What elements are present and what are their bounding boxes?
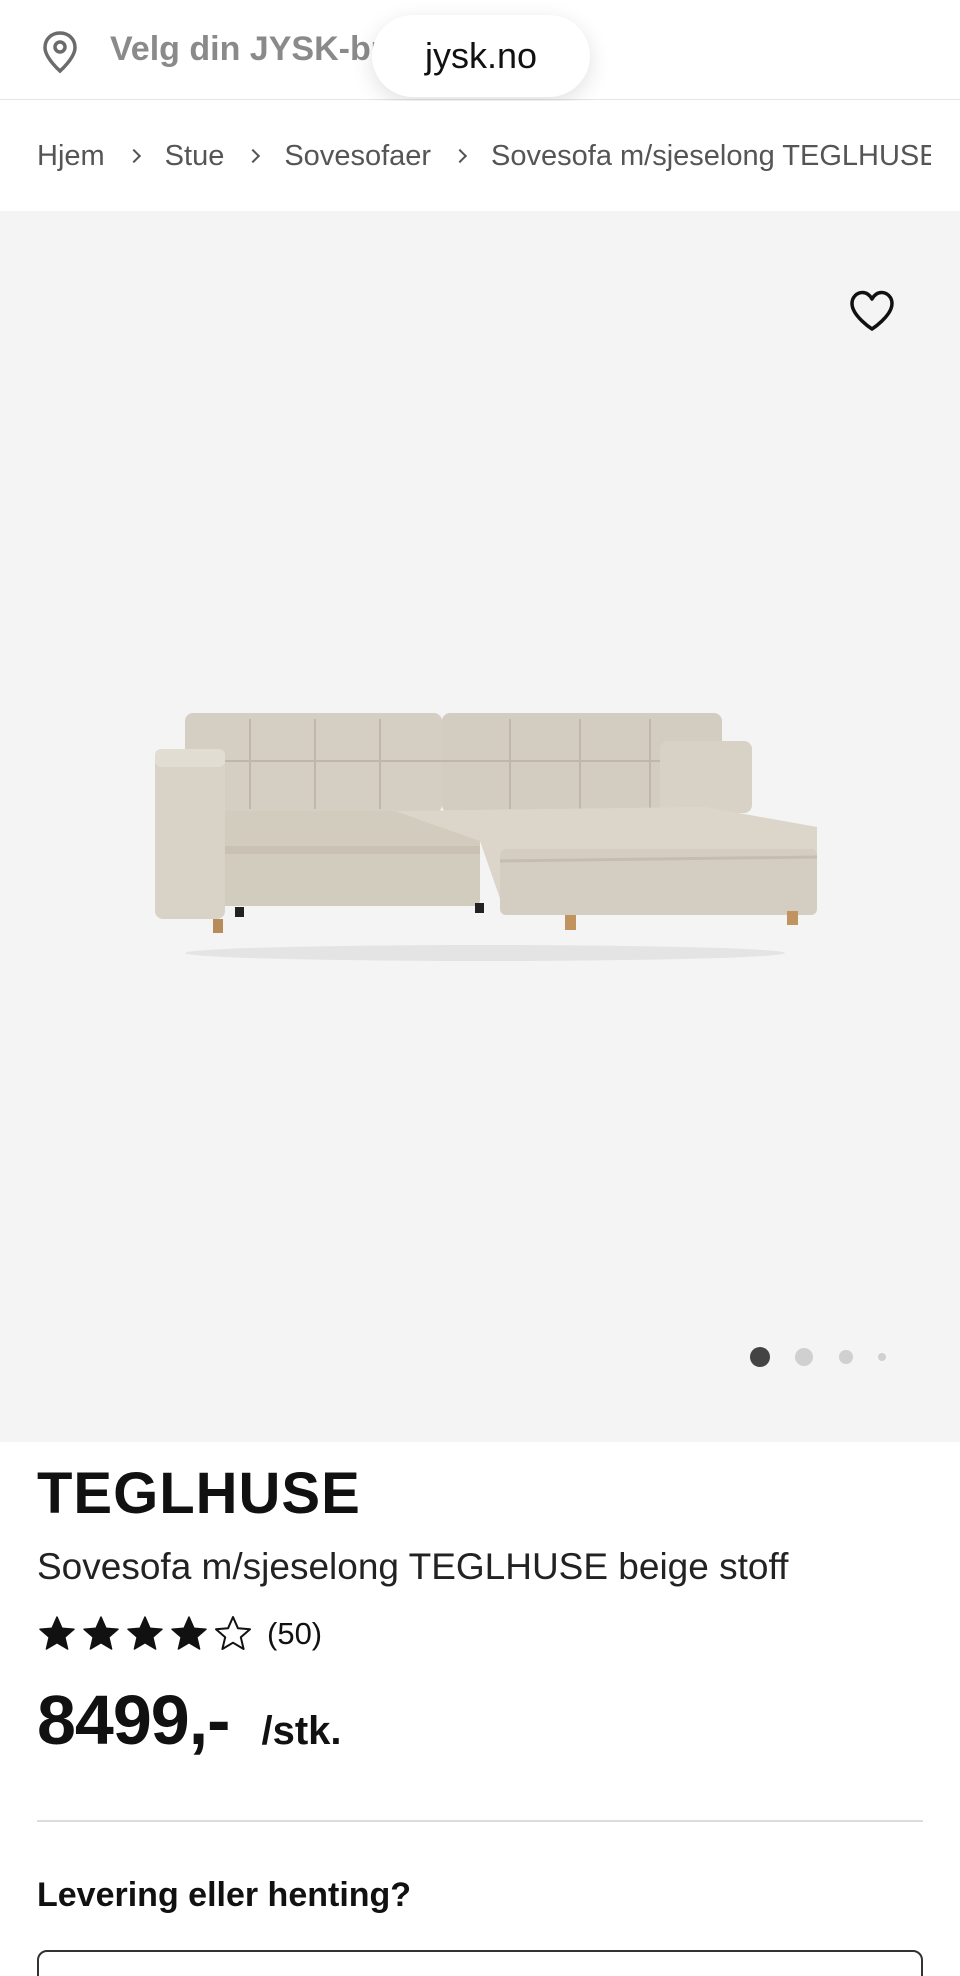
chevron-right-icon xyxy=(452,148,468,164)
carousel-dot-3[interactable] xyxy=(839,1350,853,1364)
chevron-right-icon xyxy=(246,148,261,164)
delivery-title: Levering eller henting? xyxy=(37,1876,412,1914)
product-brand: TEGLHUSE xyxy=(37,1461,361,1526)
store-selector-label[interactable]: Velg din JYSK-bu xyxy=(110,30,391,69)
breadcrumb-item-sovesofaer[interactable]: Sovesofaer xyxy=(284,140,431,173)
product-price: 8499,- xyxy=(37,1681,230,1759)
url-text: jysk.no xyxy=(424,35,538,76)
price-row: 8499,- /stk. xyxy=(37,1680,342,1760)
breadcrumb-item-stue[interactable]: Stue xyxy=(165,140,225,173)
price-unit: /stk. xyxy=(261,1709,342,1753)
product-name: Sovesofa m/sjeselong TEGLHUSE beige stof… xyxy=(37,1546,789,1587)
divider xyxy=(37,1820,923,1822)
sofa-product-image xyxy=(155,713,818,961)
product-rating[interactable]: (50) xyxy=(37,1612,322,1656)
star-filled-icon xyxy=(127,1616,163,1650)
star-empty-icon xyxy=(215,1616,251,1650)
location-pin-icon xyxy=(43,31,77,74)
carousel-dots[interactable] xyxy=(0,1347,960,1367)
carousel-dot-2[interactable] xyxy=(795,1348,813,1366)
chevron-right-icon xyxy=(126,148,141,164)
review-count[interactable]: (50) xyxy=(267,1616,322,1652)
delivery-option-box[interactable] xyxy=(37,1950,923,1976)
rating-stars xyxy=(37,1614,253,1654)
carousel-dot-1[interactable] xyxy=(750,1347,770,1367)
url-pill[interactable]: jysk.no xyxy=(372,15,590,97)
star-filled-icon xyxy=(39,1616,75,1650)
star-filled-icon xyxy=(171,1616,207,1650)
breadcrumb-item-current: Sovesofa m/sjeselong TEGLHUSE xyxy=(491,139,932,172)
carousel-dot-4[interactable] xyxy=(878,1353,886,1361)
breadcrumb: Hjem Stue Sovesofaer Sovesofa m/sjeselon… xyxy=(0,101,960,211)
star-filled-icon xyxy=(83,1616,119,1650)
product-gallery[interactable] xyxy=(0,211,960,1442)
heart-icon[interactable] xyxy=(848,289,896,333)
breadcrumb-item-hjem[interactable]: Hjem xyxy=(37,140,105,173)
